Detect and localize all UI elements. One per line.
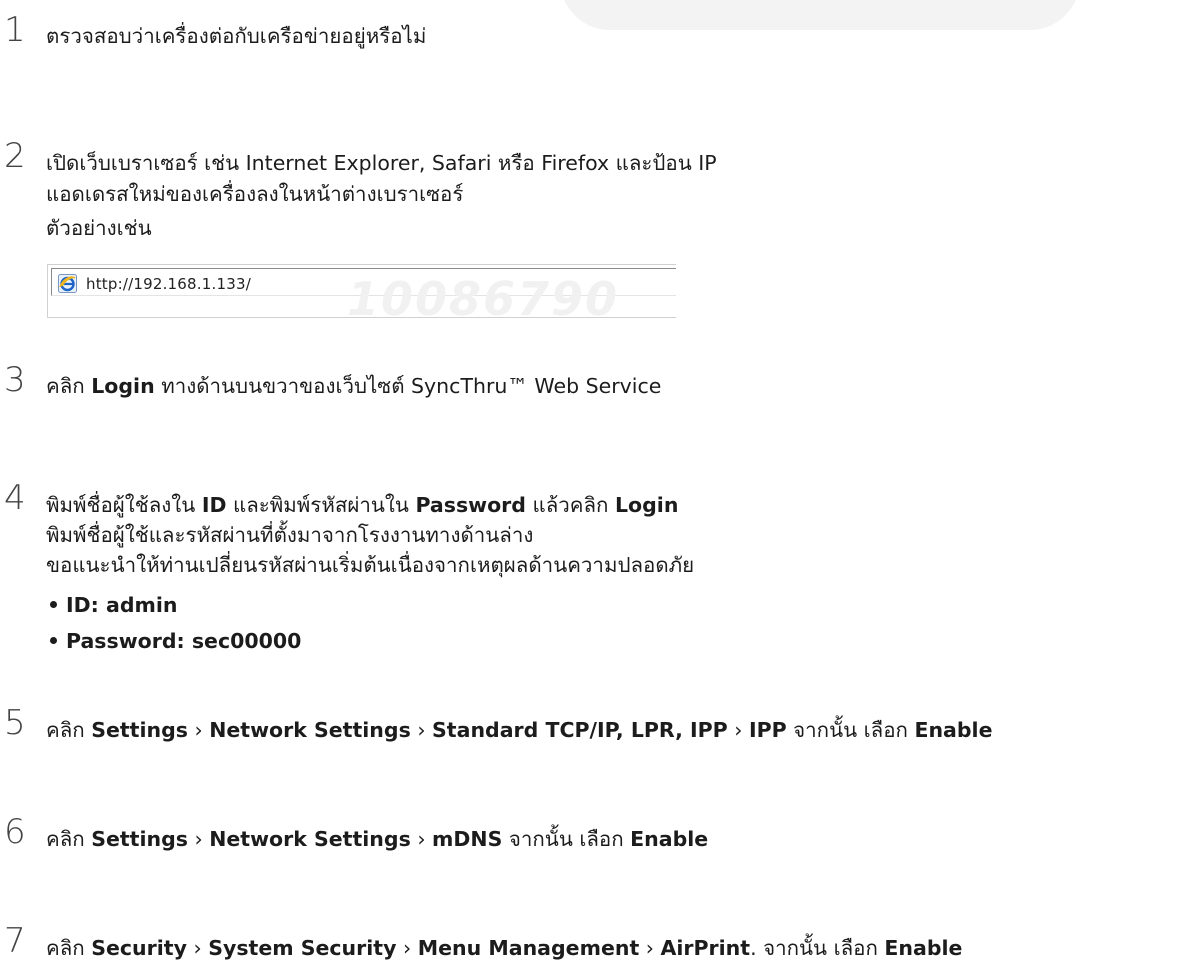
menu-path-item: Settings	[91, 827, 188, 851]
step-text: แอดเดรสใหม่ของเครื่องลงในหน้าต่างเบราเซอ…	[46, 182, 464, 206]
path-separator: ›	[417, 827, 426, 851]
step-text: คลิก Login ทางด้านบนขวาของเว็บไซต์ SyncT…	[46, 372, 661, 400]
ui-term-login: Login	[91, 374, 155, 398]
internet-explorer-icon	[58, 274, 77, 293]
text-run: จากนั้น เลือก	[786, 718, 915, 742]
menu-path-item: Settings	[91, 718, 188, 742]
ui-term-enable: Enable	[914, 718, 993, 742]
step-number: 5	[4, 703, 26, 743]
ui-term-id: ID	[201, 493, 227, 517]
menu-path-item: mDNS	[432, 827, 503, 851]
image-watermark: 10086790	[347, 272, 620, 326]
path-separator: ›	[194, 827, 203, 851]
menu-path-item: Network Settings	[209, 827, 411, 851]
text-run: พิมพ์ชื่อผู้ใช้ลงใน	[46, 493, 202, 517]
step-text: ตรวจสอบว่าเครื่องต่อกับเครือข่ายอยู่หรือ…	[46, 24, 427, 48]
step-text: คลิก Security › System Security › Menu M…	[46, 934, 962, 962]
ui-term-enable: Enable	[630, 827, 709, 851]
menu-path-item: System Security	[208, 936, 397, 960]
menu-path-item: Menu Management	[417, 936, 640, 960]
path-separator: ›	[193, 936, 202, 960]
step-text: พิมพ์ชื่อผู้ใช้ลงใน ID และพิมพ์รหัสผ่านใ…	[46, 491, 678, 519]
step-text: ตัวอย่างเช่น	[46, 216, 152, 240]
ui-term-login: Login	[614, 493, 679, 517]
menu-path-item: Security	[91, 936, 187, 960]
text-run: คลิก	[46, 718, 92, 742]
menu-path-item: Standard TCP/IP, LPR, IPP	[432, 718, 728, 742]
list-item: Password: sec00000	[50, 627, 301, 663]
address-bar-example: http://192.168.1.133/ 10086790	[47, 264, 676, 322]
step-text: คลิก Settings › Network Settings › mDNS …	[46, 825, 708, 853]
step-number: 3	[4, 360, 26, 400]
step-number: 1	[4, 10, 26, 50]
text-run: . จากนั้น เลือก	[750, 936, 885, 960]
step-text: คลิก Settings › Network Settings › Stand…	[46, 716, 993, 744]
ui-term-enable: Enable	[884, 936, 963, 960]
text-run: คลิก	[46, 827, 92, 851]
path-separator: ›	[194, 718, 203, 742]
ui-term-password: Password	[415, 493, 526, 517]
menu-path-item: IPP	[748, 718, 787, 742]
step-number: 7	[4, 921, 26, 961]
text-run: ทางด้านบนขวาของเว็บไซต์ SyncThru™ Web Se…	[154, 374, 662, 398]
path-separator: ›	[417, 718, 426, 742]
bullet-icon	[50, 600, 57, 608]
path-separator: ›	[402, 936, 412, 960]
credentials-list: ID: admin Password: sec00000	[50, 591, 301, 663]
watermark-background	[560, 0, 1080, 30]
path-separator: ›	[645, 936, 654, 960]
step-number: 6	[4, 812, 26, 852]
step-number: 2	[4, 136, 26, 176]
step-text: ขอแนะนำให้ท่านเปลี่ยนรหัสผ่านเริ่มต้นเนื…	[46, 553, 695, 577]
address-url: http://192.168.1.133/	[86, 275, 251, 293]
credential-id: ID: admin	[66, 593, 178, 617]
credential-password: Password: sec00000	[66, 629, 302, 653]
text-run: แล้วคลิก	[525, 493, 615, 517]
text-run: และพิมพ์รหัสผ่านใน	[226, 493, 416, 517]
text-run: จากนั้น เลือก	[502, 827, 631, 851]
text-run: คลิก	[46, 936, 92, 960]
step-text: พิมพ์ชื่อผู้ใช้และรหัสผ่านที่ตั้งมาจากโร…	[46, 523, 534, 547]
step-number: 4	[4, 478, 26, 518]
text-run: คลิก	[46, 374, 92, 398]
menu-path-item: Network Settings	[209, 718, 411, 742]
path-separator: ›	[734, 718, 743, 742]
bullet-icon	[50, 636, 57, 644]
list-item: ID: admin	[50, 591, 301, 627]
menu-path-item: AirPrint	[660, 936, 751, 960]
step-text: เปิดเว็บเบราเซอร์ เช่น Internet Explorer…	[46, 151, 717, 175]
